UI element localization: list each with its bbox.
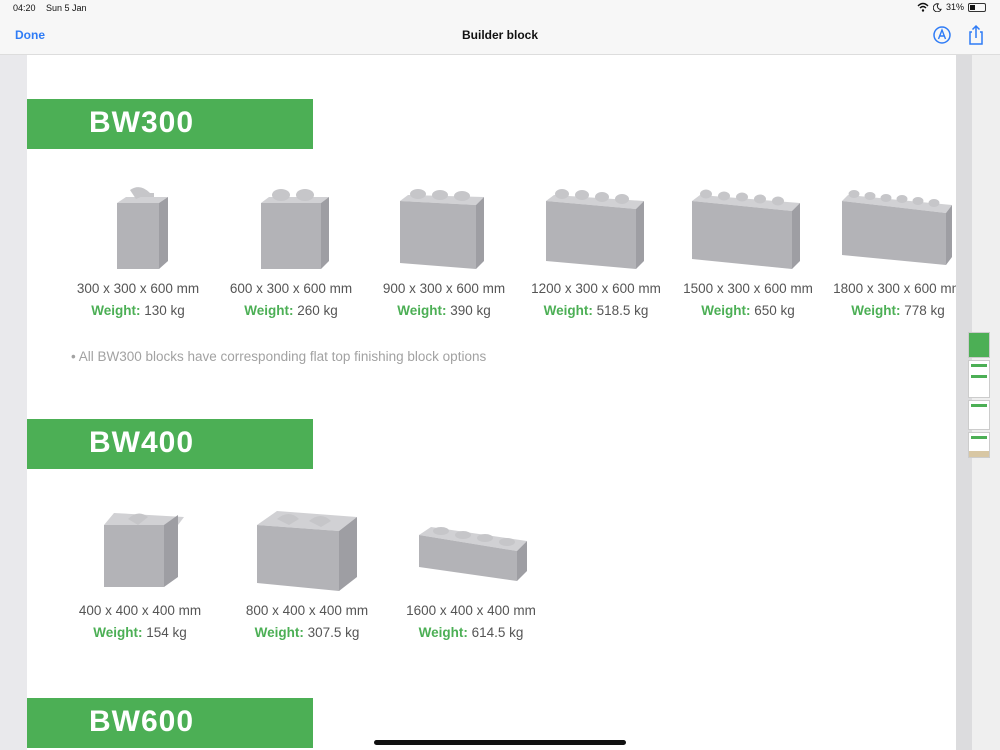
share-icon[interactable] [966, 24, 986, 46]
status-date: Sun 5 Jan [46, 3, 87, 13]
block-item: 600 x 300 x 600 mm Weight: 260 kg [216, 185, 366, 318]
page-thumbnail[interactable] [968, 400, 990, 430]
bw300-note: • All BW300 blocks have corresponding fl… [71, 349, 487, 364]
block-weight: 260 kg [297, 303, 338, 318]
section-banner-bw400: BW400 [27, 419, 313, 469]
status-indicators: 31% [917, 2, 986, 12]
block-item: 1200 x 300 x 600 mm Weight: 518.5 kg [521, 185, 671, 318]
block-image [261, 189, 329, 269]
weight-label: Weight: [91, 303, 141, 318]
battery-percent: 31% [945, 2, 964, 12]
block-image [692, 189, 800, 269]
block-weight: 154 kg [146, 625, 187, 640]
block-dimensions: 600 x 300 x 600 mm [229, 281, 353, 296]
block-item: 1500 x 300 x 600 mm Weight: 650 kg [673, 185, 823, 318]
document-viewer[interactable]: BW300 300 x 300 x 600 mm Weight: 130 kg … [0, 55, 1000, 750]
block-dimensions: 300 x 300 x 600 mm [76, 281, 200, 296]
block-image [257, 511, 357, 591]
block-item: 1600 x 400 x 400 mm Weight: 614.5 kg [396, 507, 546, 640]
weight-label: Weight: [93, 625, 143, 640]
block-item: 1800 x 300 x 600 mm Weight: 778 kg [823, 185, 973, 318]
document-title: Builder block [461, 28, 538, 42]
page-thumbnail[interactable] [968, 360, 990, 398]
weight-label: Weight: [397, 303, 447, 318]
block-image [117, 187, 168, 269]
moon-icon [932, 2, 942, 12]
home-indicator[interactable] [374, 740, 626, 745]
block-dimensions: 800 x 400 x 400 mm [245, 603, 369, 618]
markup-icon[interactable] [932, 24, 952, 46]
block-image [104, 513, 184, 587]
block-image [546, 189, 644, 269]
block-weight: 778 kg [904, 303, 945, 318]
nav-bar: Done Builder block [0, 17, 1000, 55]
block-weight: 130 kg [144, 303, 185, 318]
section-banner-bw300: BW300 [27, 99, 313, 149]
block-weight: 307.5 kg [307, 625, 360, 640]
block-image [400, 189, 484, 269]
block-dimensions: 1600 x 400 x 400 mm [406, 603, 536, 618]
weight-label: Weight: [851, 303, 901, 318]
status-time: 04:20 [13, 3, 36, 13]
page-thumbnail[interactable] [968, 432, 990, 458]
section-title: BW400 [89, 426, 195, 459]
pdf-page: BW300 300 x 300 x 600 mm Weight: 130 kg … [27, 55, 963, 750]
weight-label: Weight: [244, 303, 294, 318]
block-image [419, 527, 527, 581]
page-thumbnail[interactable] [968, 332, 990, 358]
block-item: 900 x 300 x 600 mm Weight: 390 kg [369, 185, 519, 318]
weight-label: Weight: [543, 303, 593, 318]
block-dimensions: 1200 x 300 x 600 mm [531, 281, 661, 296]
wifi-icon [917, 2, 929, 12]
section-title: BW600 [89, 705, 195, 738]
block-image [842, 190, 952, 265]
weight-label: Weight: [254, 625, 304, 640]
block-weight: 390 kg [450, 303, 491, 318]
block-dimensions: 400 x 400 x 400 mm [78, 603, 202, 618]
section-title: BW300 [89, 106, 195, 139]
block-weight: 650 kg [754, 303, 795, 318]
battery-icon [968, 2, 986, 12]
block-weight: 518.5 kg [596, 303, 649, 318]
block-item: 800 x 400 x 400 mm Weight: 307.5 kg [232, 507, 382, 640]
block-weight: 614.5 kg [471, 625, 524, 640]
block-item: 300 x 300 x 600 mm Weight: 130 kg [63, 185, 213, 318]
block-dimensions: 1500 x 300 x 600 mm [683, 281, 813, 296]
block-item: 400 x 400 x 400 mm Weight: 154 kg [65, 507, 215, 640]
block-dimensions: 1800 x 300 x 600 mm [833, 281, 963, 296]
section-banner-bw600: BW600 [27, 698, 313, 748]
weight-label: Weight: [418, 625, 468, 640]
block-dimensions: 900 x 300 x 600 mm [382, 281, 506, 296]
status-bar: 04:20 Sun 5 Jan 31% [0, 0, 1000, 17]
weight-label: Weight: [701, 303, 751, 318]
